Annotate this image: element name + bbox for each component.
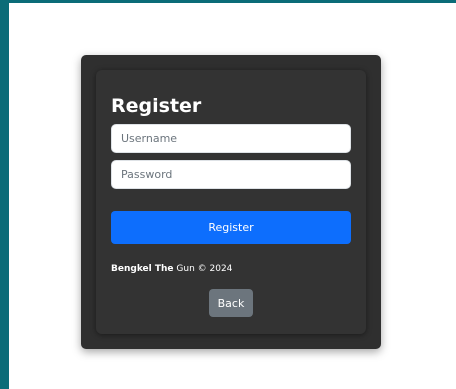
register-form-panel: Register Register Bengkel The Gun © 2024… bbox=[96, 70, 366, 334]
register-button[interactable]: Register bbox=[111, 211, 351, 244]
register-card: Register Register Bengkel The Gun © 2024… bbox=[81, 55, 381, 349]
username-input[interactable] bbox=[111, 124, 351, 153]
left-accent-bar bbox=[0, 0, 9, 389]
page-title: Register bbox=[111, 95, 202, 117]
footer-brand-rest: Gun © 2024 bbox=[173, 264, 233, 274]
footer-brand-bold: Bengkel The bbox=[111, 264, 174, 274]
password-input[interactable] bbox=[111, 160, 351, 189]
back-button[interactable]: Back bbox=[209, 289, 253, 317]
footer-copyright: Bengkel The Gun © 2024 bbox=[111, 262, 232, 276]
